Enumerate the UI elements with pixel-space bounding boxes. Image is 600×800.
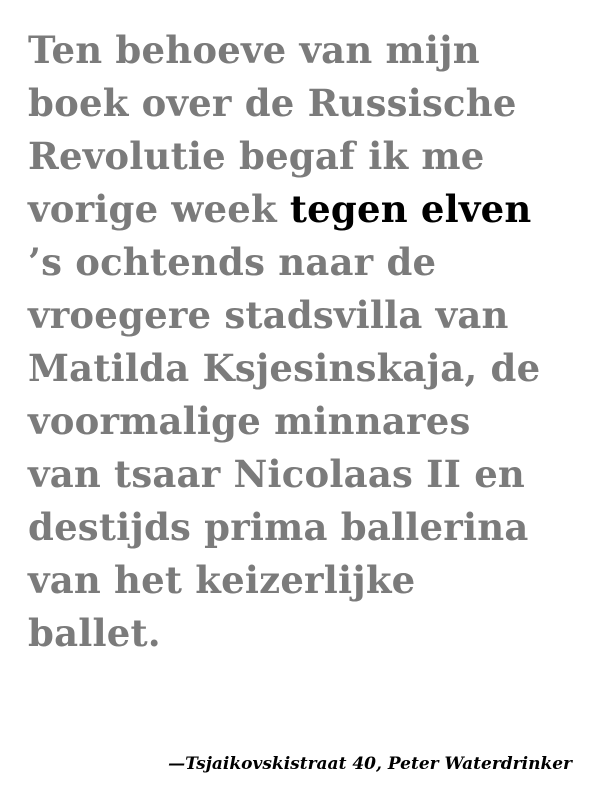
quote-line-9: van tsaar Nicolaas II en	[28, 452, 526, 496]
quote-line-2: boek over de Russische	[28, 81, 517, 125]
quote-line-7: Matilda Ksjesinskaja, de	[28, 346, 541, 390]
quote-line-12: ballet.	[28, 611, 161, 655]
quote-line-1: Ten behoeve van mijn	[28, 28, 480, 72]
quote-line-4: vorige week tegen elven	[28, 183, 588, 236]
quote-text: Ten behoeve van mijn boek over de Russis…	[28, 24, 588, 660]
attribution: —Tsjaikovskistraat 40, Peter Waterdrinke…	[168, 754, 572, 774]
quote-line-6: vroegere stadsvilla van	[28, 293, 509, 337]
quote-line-8: voormalige minnares	[28, 399, 471, 443]
quote-line-4-start: vorige week	[28, 187, 290, 231]
quote-line-3: Revolutie begaf ik me	[28, 134, 485, 178]
quote-line-5: ’s ochtends naar de	[28, 240, 437, 284]
quote-highlight: tegen elven	[289, 187, 532, 231]
quote-line-10: destijds prima ballerina	[28, 505, 529, 549]
quote-line-11: van het keizerlijke	[28, 558, 416, 602]
